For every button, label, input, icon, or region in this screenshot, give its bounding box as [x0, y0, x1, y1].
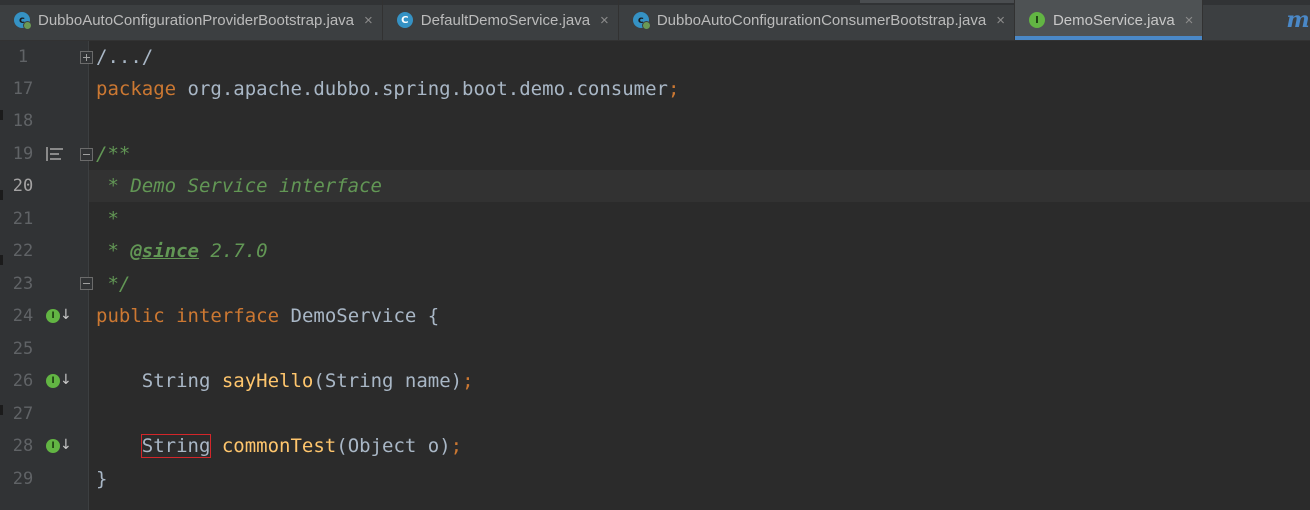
left-edge-marker	[0, 110, 3, 120]
tab-label: DemoService.java	[1052, 11, 1175, 29]
tab-demo-service[interactable]: I DemoService.java ×	[1014, 0, 1204, 40]
arrow-down-icon: ↓	[60, 372, 72, 388]
tab-label: DefaultDemoService.java	[420, 11, 591, 29]
code-text: * Demo Service interface	[96, 175, 382, 197]
line-number: 18	[12, 111, 34, 131]
line-number: 27	[12, 404, 34, 424]
line-number: 17	[12, 79, 34, 99]
line-number: 22	[12, 241, 34, 261]
fold-collapse-icon[interactable]	[80, 148, 93, 161]
code-text: /**	[96, 143, 131, 165]
code-line: 27	[0, 398, 1310, 430]
line-number: 26	[12, 371, 34, 391]
code-text: * @since 2.7.0	[96, 240, 268, 262]
code-text: String commonTest(Object o);	[140, 434, 463, 458]
code-line: 17 package org.apache.dubbo.spring.boot.…	[0, 73, 1310, 105]
tab-label: DubboAutoConfigurationConsumerBootstrap.…	[656, 11, 987, 29]
implemented-interface-icon[interactable]: I	[46, 309, 60, 323]
code-line: 29 }	[0, 463, 1310, 495]
code-line: 21 *	[0, 203, 1310, 235]
code-line: 22 * @since 2.7.0	[0, 235, 1310, 267]
code-line: 25	[0, 333, 1310, 365]
code-line: 19 /**	[0, 138, 1310, 170]
code-line: 28 I ↓ String commonTest(Object o);	[0, 430, 1310, 462]
line-number: 28	[12, 436, 34, 456]
code-text: String sayHello(String name);	[141, 370, 474, 392]
arrow-down-icon: ↓	[60, 437, 72, 453]
implemented-method-icon[interactable]: I	[46, 439, 60, 453]
line-number: 24	[12, 306, 34, 326]
spring-boot-class-icon: c	[14, 12, 32, 30]
close-icon[interactable]: ×	[996, 12, 1005, 29]
javadoc-tag: @since	[130, 240, 199, 262]
line-number: 1	[17, 47, 29, 67]
code-text: */	[96, 273, 131, 295]
line-number: 20	[12, 176, 34, 196]
render-doc-icon[interactable]	[46, 147, 64, 161]
line-number: 19	[12, 144, 34, 164]
code-text: *	[96, 208, 119, 230]
tab-label: DubboAutoConfigurationProviderBootstrap.…	[38, 11, 355, 29]
highlighted-return-type[interactable]: String	[140, 434, 212, 458]
code-text: package org.apache.dubbo.spring.boot.dem…	[96, 78, 680, 100]
interface-icon: I	[1028, 12, 1045, 28]
code-line: 26 I ↓ String sayHello(String name);	[0, 365, 1310, 397]
code-line: 1 /.../	[0, 41, 1310, 73]
left-edge-marker	[0, 255, 3, 265]
fold-expand-icon[interactable]	[80, 51, 93, 64]
tab-overflow-icon[interactable]: m	[1286, 0, 1310, 40]
left-edge-marker	[0, 190, 3, 200]
implemented-method-icon[interactable]: I	[46, 374, 60, 388]
code-text: /.../	[96, 46, 154, 68]
close-icon[interactable]: ×	[364, 12, 373, 29]
code-text: public interface DemoService {	[96, 305, 440, 327]
arrow-down-icon: ↓	[60, 307, 72, 323]
code-line: 18	[0, 105, 1310, 137]
line-number: 23	[12, 274, 34, 294]
code-line: 23 */	[0, 268, 1310, 300]
code-line-current: 20 * Demo Service interface	[0, 170, 1310, 202]
left-edge-marker	[0, 405, 3, 415]
code-text: }	[96, 468, 108, 490]
fold-end-icon[interactable]	[80, 277, 93, 290]
line-number: 21	[12, 209, 34, 229]
class-icon: C	[396, 12, 413, 28]
line-number: 29	[12, 469, 34, 489]
tab-default-demo-service[interactable]: C DefaultDemoService.java ×	[383, 0, 619, 40]
spring-boot-class-icon: c	[632, 12, 651, 30]
close-icon[interactable]: ×	[600, 12, 609, 29]
tab-dubbo-provider-bootstrap[interactable]: c DubboAutoConfigurationProviderBootstra…	[0, 0, 383, 40]
code-line: 24 I ↓ public interface DemoService {	[0, 300, 1310, 332]
tab-dubbo-consumer-bootstrap[interactable]: c DubboAutoConfigurationConsumerBootstra…	[619, 0, 1015, 40]
close-icon[interactable]: ×	[1185, 12, 1194, 29]
editor-tab-bar: c DubboAutoConfigurationProviderBootstra…	[0, 0, 1310, 41]
line-number: 25	[12, 339, 34, 359]
